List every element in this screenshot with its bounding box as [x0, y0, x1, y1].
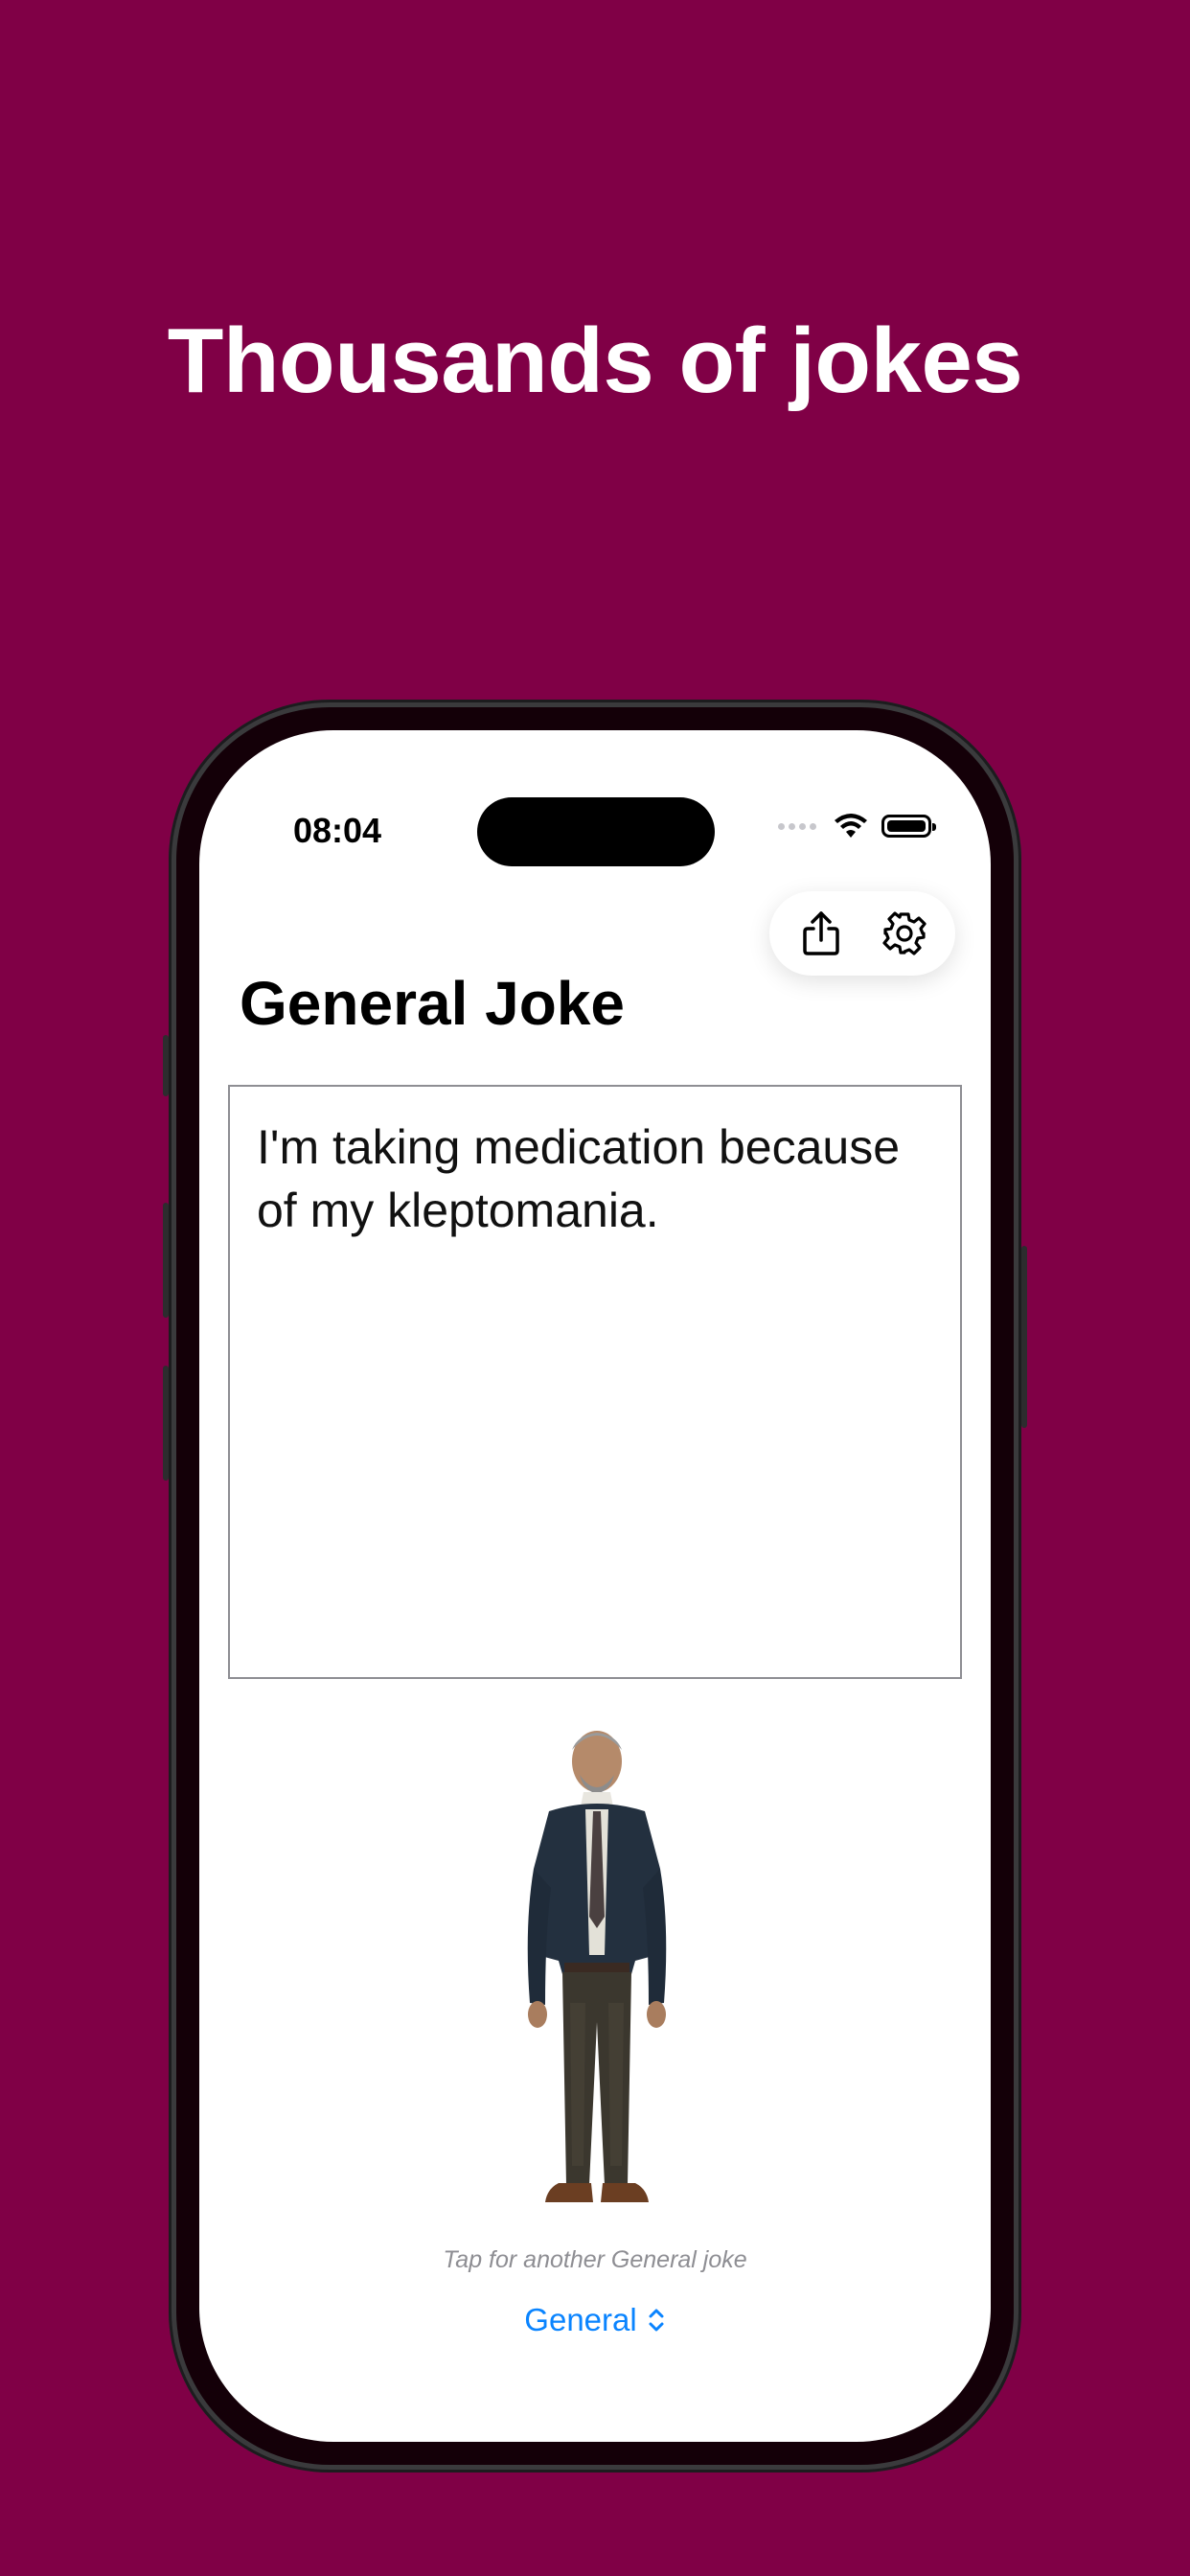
power-button	[1021, 1246, 1027, 1428]
action-button	[163, 1035, 169, 1096]
status-icons	[778, 813, 936, 840]
category-label: General	[524, 2302, 637, 2337]
category-picker[interactable]: General	[199, 2302, 991, 2338]
wifi-icon	[835, 814, 867, 838]
signal-icon	[778, 817, 820, 835]
headline: Thousands of jokes	[167, 310, 1023, 412]
status-time: 08:04	[293, 811, 382, 850]
tap-hint: Tap for another General joke	[443, 2246, 747, 2273]
battery-icon	[881, 815, 936, 838]
gear-icon	[881, 911, 927, 955]
page-title: General Joke	[240, 969, 625, 1038]
share-icon	[802, 911, 839, 955]
app-screen: 08:04 General Joke I'm taking medication…	[199, 730, 991, 2442]
toolbar	[769, 891, 955, 976]
joke-text[interactable]: I'm taking medication because of my klep…	[228, 1085, 962, 1679]
dynamic-island	[477, 797, 715, 866]
volume-up-button	[163, 1203, 169, 1318]
volume-down-button	[163, 1366, 169, 1481]
settings-button[interactable]	[876, 905, 933, 962]
phone-frame: 08:04 General Joke I'm taking medication…	[163, 700, 1027, 2472]
share-button[interactable]	[792, 905, 850, 962]
chevron-up-down-icon	[649, 2309, 664, 2332]
man-illustration[interactable]	[492, 1715, 702, 2233]
